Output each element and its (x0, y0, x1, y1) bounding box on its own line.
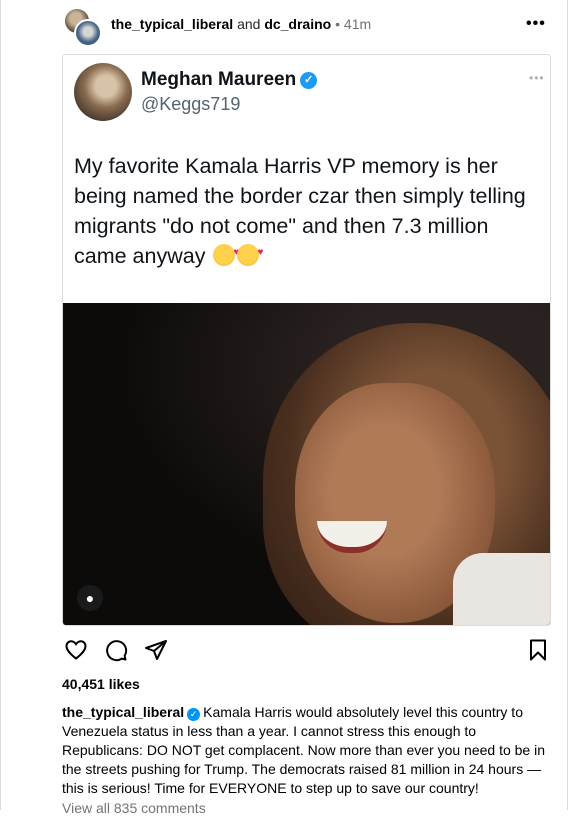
verified-icon: ✓ (300, 72, 318, 89)
heart-icon[interactable] (62, 636, 90, 664)
tweet-author: Meghan Maureen ✓ (141, 69, 318, 91)
tweet-text: My favorite Kamala Harris VP memory is h… (74, 154, 526, 268)
tweet-more-icon: ••• (529, 71, 545, 85)
tweet-text-block: My favorite Kamala Harris VP memory is h… (74, 151, 544, 271)
comment-icon[interactable] (102, 636, 130, 664)
caption-username[interactable]: the_typical_liberal (62, 704, 184, 720)
more-options-icon[interactable]: ••• (526, 15, 546, 33)
tweet-author-name: Meghan Maureen (141, 69, 297, 90)
tweet-handle: @Keggs719 (141, 94, 241, 114)
verified-icon: ✓ (187, 708, 201, 721)
joiner-text: and (237, 16, 261, 32)
action-bar (62, 636, 552, 664)
tweet-avatar (74, 63, 132, 121)
view-all-comments-link[interactable]: View all 835 comments (62, 800, 206, 816)
tagged-people-icon[interactable]: ● (77, 585, 103, 611)
smiling-face-with-hearts-icon (237, 238, 263, 268)
left-border (0, 0, 1, 810)
like-count[interactable]: 40,451 likes (62, 676, 140, 692)
share-icon[interactable] (142, 636, 170, 664)
post-caption: the_typical_liberal ✓ Kamala Harris would … (62, 703, 550, 798)
post-header: the_typical_liberal and dc_draino • 41m … (62, 6, 552, 47)
separator-dot: • (335, 16, 341, 32)
bookmark-icon[interactable] (524, 636, 552, 664)
collab-avatars[interactable] (64, 8, 102, 47)
username-link[interactable]: the_typical_liberal (111, 16, 233, 32)
smiling-face-with-hearts-icon (213, 238, 239, 268)
post-photo: ● (63, 303, 550, 625)
username-link[interactable]: dc_draino (264, 16, 331, 32)
post-media[interactable]: Meghan Maureen ✓ @Keggs719 ••• My favorit… (62, 54, 551, 626)
tweet-screenshot: Meghan Maureen ✓ @Keggs719 ••• My favorit… (63, 55, 550, 303)
avatar[interactable] (74, 19, 102, 47)
header-users: the_typical_liberal and dc_draino • 41m (111, 16, 371, 32)
right-border (567, 0, 568, 810)
photo-collar (453, 553, 550, 625)
post-time[interactable]: 41m (344, 16, 371, 32)
